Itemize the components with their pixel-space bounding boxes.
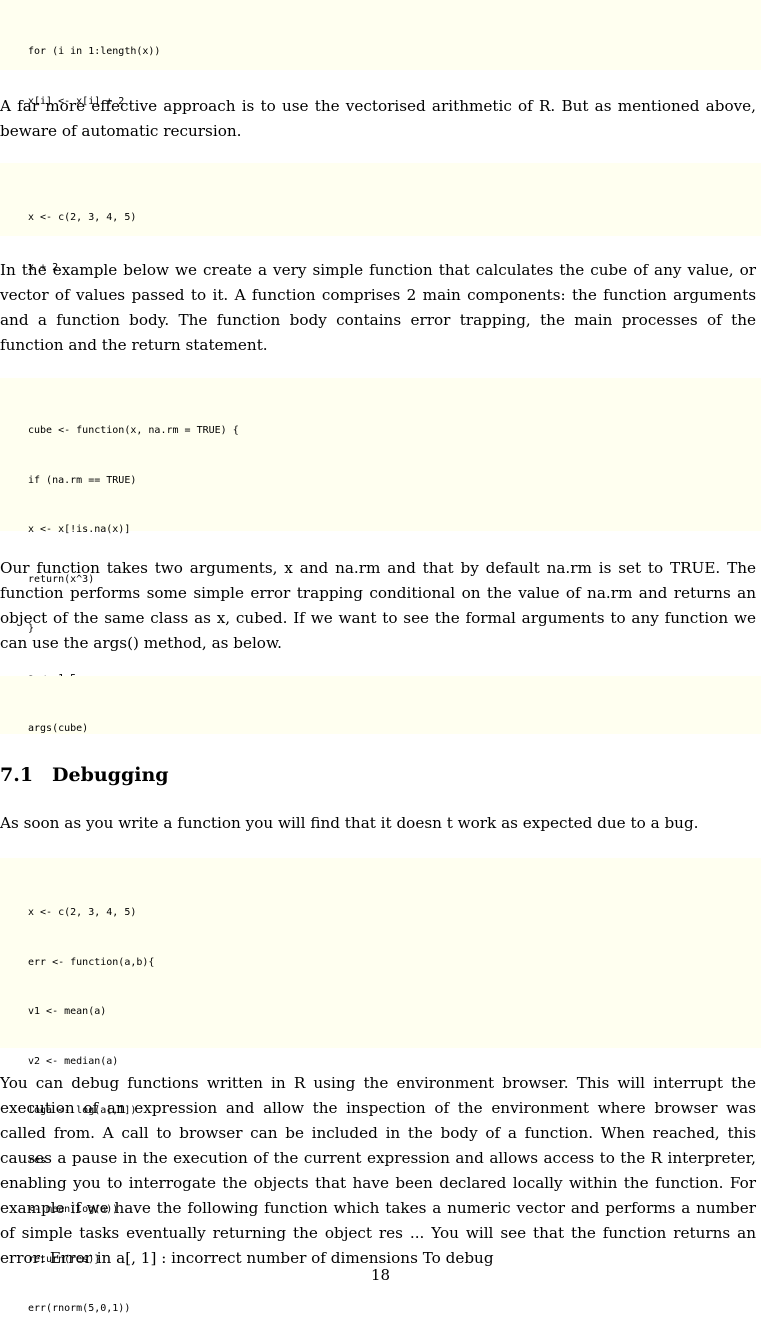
code-block-err-function: x <- c(2, 3, 4, 5) err <- function(a,b){… <box>0 858 761 1314</box>
paragraph-function-arguments: Our function takes two arguments, x and … <box>0 559 756 652</box>
code-line: err <- function(a,b){ <box>28 956 155 968</box>
code-line: cube <- function(x, na.rm = TRUE) { <box>28 425 239 436</box>
code-line: v2 <- median(a) <box>28 1055 119 1067</box>
paragraph-function-components: In the example below we create a very si… <box>0 261 756 354</box>
code-line: x <- c(2, 3, 4, 5) <box>28 212 137 223</box>
paragraph-debugging-intro: As soon as you write a function you will… <box>0 814 699 832</box>
section-number: 7.1 <box>0 764 34 786</box>
section-heading: 7.1 Debugging <box>0 764 169 786</box>
paragraph-environment-browser: You can debug functions written in R usi… <box>0 1074 756 1267</box>
code-block-for-loop: for (i in 1:length(x)) x[i] <- x[i] + 2 <box>0 0 761 107</box>
code-block-vector-add: x <- c(2, 3, 4, 5) x + 2 <box>0 163 761 273</box>
code-line: err(rnorm(5,0,1)) <box>28 1303 131 1314</box>
code-line: x <- x[!is.na(x)] <box>28 524 131 535</box>
paragraph-vectorised-arithmetic: A far more effective approach is to use … <box>0 97 756 140</box>
code-line: x <- c(2, 3, 4, 5) <box>28 907 137 918</box>
page-number: 18 <box>370 1266 391 1284</box>
code-line: args(cube) <box>28 723 89 734</box>
section-title: Debugging <box>52 764 169 786</box>
code-line: if (na.rm == TRUE) <box>28 474 137 486</box>
code-line: v1 <- mean(a) <box>28 1006 107 1017</box>
code-block-cube-function: cube <- function(x, na.rm = TRUE) { if (… <box>0 378 761 733</box>
code-line: for (i in 1:length(x)) <box>28 46 161 57</box>
code-block-args: args(cube) <box>0 676 761 734</box>
